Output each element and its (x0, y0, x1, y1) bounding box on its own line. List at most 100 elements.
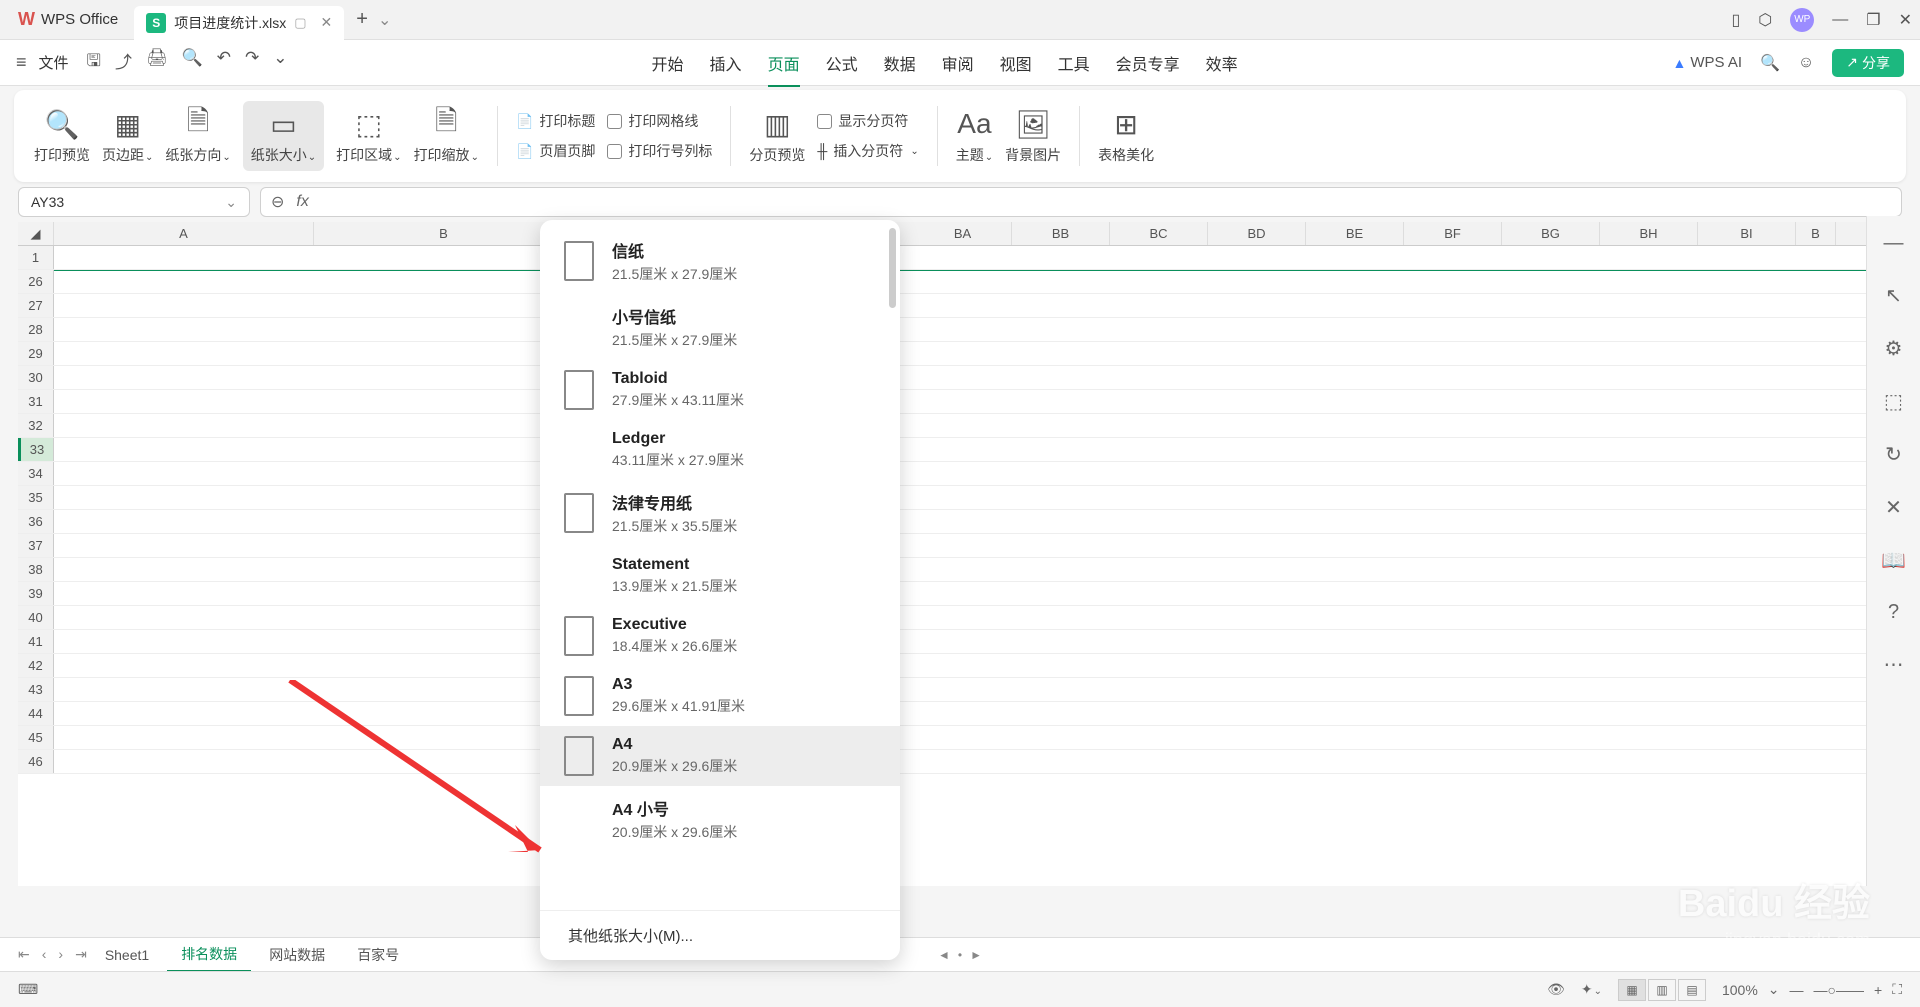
tab-member[interactable]: 会员专享 (1116, 51, 1180, 75)
table-beautify-button[interactable]: ⊞ 表格美化 (1098, 107, 1154, 165)
mobile-icon[interactable]: ▯ (1731, 10, 1740, 30)
row-header[interactable]: 45 (18, 726, 54, 749)
tab-tools[interactable]: 工具 (1058, 51, 1090, 75)
col-header[interactable]: BD (1208, 222, 1306, 245)
crop-icon[interactable]: ⬚ (1884, 389, 1903, 414)
maximize-icon[interactable]: ❐ (1866, 10, 1880, 30)
row-header[interactable]: 36 (18, 510, 54, 533)
sheet-tab[interactable]: 排名数据 (167, 938, 251, 972)
insert-page-break-button[interactable]: ╫插入分页符⌄ (817, 141, 918, 161)
col-header[interactable]: BE (1306, 222, 1404, 245)
print-area-button[interactable]: ⬚ 打印区域⌄ (336, 107, 401, 165)
row-header[interactable]: 41 (18, 630, 54, 653)
undo-icon[interactable]: ↶ (217, 48, 231, 77)
zoom-in-icon[interactable]: + (1874, 982, 1882, 998)
theme-button[interactable]: Aa 主题⌄ (956, 107, 993, 165)
paper-size-option[interactable]: Executive18.4厘米 x 26.6厘米 (540, 606, 900, 666)
more-icon[interactable]: ⋯ (1884, 652, 1904, 677)
tab-dropdown-icon[interactable]: ⌄ (378, 10, 391, 30)
refresh-icon[interactable]: ↻ (1885, 442, 1902, 467)
row-header[interactable]: 1 (18, 246, 54, 269)
tab-window-icon[interactable]: ▢ (294, 15, 306, 31)
paper-size-option[interactable]: 法律专用纸21.5厘米 x 35.5厘米 (540, 480, 900, 546)
orientation-button[interactable]: 🗎 纸张方向⌄ (165, 107, 230, 165)
wps-ai-button[interactable]: ▲ WPS AI (1672, 54, 1742, 71)
cancel-formula-icon[interactable]: ⊖ (271, 192, 284, 212)
prev-sheet-icon[interactable]: ‹ (42, 946, 47, 963)
cube-icon[interactable]: ⬡ (1758, 10, 1772, 30)
row-header[interactable]: 37 (18, 534, 54, 557)
tab-insert[interactable]: 插入 (710, 51, 742, 75)
page-break-preview-button[interactable]: ▥ 分页预览 (749, 107, 805, 165)
sheet-tab[interactable]: Sheet1 (91, 941, 163, 969)
close-window-icon[interactable]: ✕ (1899, 10, 1912, 30)
row-header[interactable]: 43 (18, 678, 54, 701)
col-header[interactable]: BB (1012, 222, 1110, 245)
paper-size-option[interactable]: 信纸21.5厘米 x 27.9厘米 (540, 228, 900, 294)
name-box[interactable]: AY33 ⌄ (18, 187, 250, 217)
header-footer-button[interactable]: 📄页眉页脚 (516, 141, 595, 161)
paper-size-option[interactable]: A420.9厘米 x 29.6厘米 (540, 726, 900, 786)
next-sheet-icon[interactable]: › (58, 946, 63, 963)
col-header[interactable]: B (314, 222, 574, 245)
row-header[interactable]: 38 (18, 558, 54, 581)
last-sheet-icon[interactable]: ⇥ (75, 946, 87, 963)
paper-size-option[interactable]: 小号信纸21.5厘米 x 27.9厘米 (540, 294, 900, 360)
scrollbar[interactable] (889, 228, 896, 308)
margins-button[interactable]: ▦ 页边距⌄ (102, 107, 153, 165)
save-icon[interactable]: 🖫 (87, 48, 101, 77)
col-header[interactable]: BC (1110, 222, 1208, 245)
paper-size-option[interactable]: A4 小号20.9厘米 x 29.6厘米 (540, 786, 900, 852)
row-header[interactable]: 32 (18, 414, 54, 437)
print-title-button[interactable]: 📄打印标题 (516, 111, 595, 131)
close-tab-icon[interactable]: ✕ (321, 14, 333, 31)
minus-icon[interactable]: — (1884, 232, 1904, 255)
first-sheet-icon[interactable]: ⇤ (18, 946, 30, 963)
formula-bar[interactable]: ⊖ fx (260, 187, 1902, 217)
show-page-break-checkbox[interactable]: 显示分页符 (817, 111, 918, 131)
paper-size-option[interactable]: Ledger43.11厘米 x 27.9厘米 (540, 420, 900, 480)
row-col-label-checkbox[interactable]: 打印行号列标 (607, 141, 712, 161)
share-button[interactable]: ↗ 分享 (1832, 49, 1904, 77)
other-paper-sizes[interactable]: 其他纸张大小(M)... (540, 910, 900, 960)
row-header[interactable]: 31 (18, 390, 54, 413)
col-header[interactable]: BG (1502, 222, 1600, 245)
share-icon[interactable]: ⤴ (115, 48, 132, 77)
dropdown-icon[interactable]: ⌄ (273, 48, 287, 77)
print-grid-checkbox[interactable]: 打印网格线 (607, 111, 712, 131)
row-header[interactable]: 26 (18, 270, 54, 293)
tab-efficiency[interactable]: 效率 (1206, 51, 1238, 75)
spreadsheet-grid[interactable]: ◢ A B BA BB BC BD BE BF BG BH BI B 12627… (18, 222, 1866, 886)
search-icon[interactable]: 🔍 (1760, 53, 1780, 73)
row-header[interactable]: 28 (18, 318, 54, 341)
file-menu[interactable]: 文件 (39, 52, 69, 73)
tools-icon[interactable]: ✕ (1885, 495, 1902, 520)
row-header[interactable]: 35 (18, 486, 54, 509)
avatar[interactable]: WP (1790, 8, 1814, 32)
row-header[interactable]: 27 (18, 294, 54, 317)
print-preview-button[interactable]: 🔍 打印预览 (34, 107, 90, 165)
tab-review[interactable]: 审阅 (942, 51, 974, 75)
col-header[interactable]: BH (1600, 222, 1698, 245)
tab-view[interactable]: 视图 (1000, 51, 1032, 75)
zoom-dropdown-icon[interactable]: ⌄ (1768, 981, 1780, 998)
settings-icon[interactable]: ⚙ (1885, 336, 1903, 361)
col-header[interactable]: B (1796, 222, 1836, 245)
col-header[interactable]: BF (1404, 222, 1502, 245)
select-all-corner[interactable]: ◢ (18, 222, 54, 245)
row-header[interactable]: 39 (18, 582, 54, 605)
tab-start[interactable]: 开始 (652, 51, 684, 75)
paper-size-button[interactable]: ▭ 纸张大小⌄ (243, 101, 324, 171)
cursor-icon[interactable]: ↖ (1885, 283, 1902, 308)
sheet-tab[interactable]: 百家号 (343, 939, 413, 971)
print-icon[interactable]: 🖨 (146, 48, 168, 77)
scroll-left-icon[interactable]: ◄ (938, 948, 950, 962)
tab-formula[interactable]: 公式 (826, 51, 858, 75)
zoom-level[interactable]: 100% (1722, 982, 1758, 998)
eye-icon[interactable]: 👁 (1547, 981, 1565, 998)
paper-size-option[interactable]: A329.6厘米 x 41.91厘米 (540, 666, 900, 726)
row-header[interactable]: 29 (18, 342, 54, 365)
tab-page[interactable]: 页面 (768, 51, 800, 87)
preview-icon[interactable]: 🔍 (182, 48, 203, 77)
row-header[interactable]: 34 (18, 462, 54, 485)
